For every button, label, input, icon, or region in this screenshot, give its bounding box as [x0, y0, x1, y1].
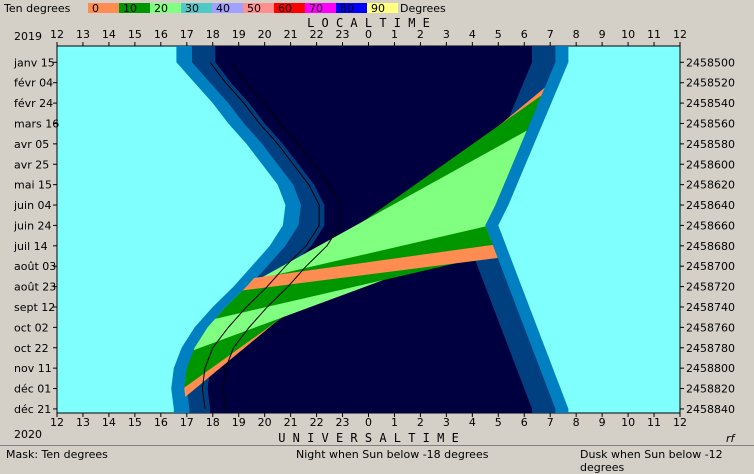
y-label-right: 2458840 [686, 403, 735, 416]
y-label-right: 2458560 [686, 117, 735, 130]
x-tick-label-top: 11 [647, 28, 661, 41]
y-label-left: juin 04 [13, 199, 52, 212]
y-label-right: 2458800 [686, 362, 735, 375]
y-label-left: août 03 [14, 260, 56, 273]
y-label-left: mai 15 [14, 179, 52, 192]
x-tick-label-top: 21 [284, 28, 298, 41]
x-tick-label-bottom: 21 [284, 416, 298, 429]
y-label-right: 2458540 [686, 97, 735, 110]
y-label-right: 2458500 [686, 56, 735, 69]
x-tick-label-top: 20 [258, 28, 272, 41]
x-tick-label-bottom: 22 [310, 416, 324, 429]
y-label-right: 2458820 [686, 383, 735, 396]
x-tick-label-bottom: 12 [50, 416, 64, 429]
x-tick-label-bottom: 11 [647, 416, 661, 429]
x-tick-label-top: 13 [76, 28, 90, 41]
y-label-right: 2458700 [686, 260, 735, 273]
y-label-left: sept 12 [14, 301, 55, 314]
x-tick-label-top: 12 [50, 28, 64, 41]
local-time-title: L O C A L T I M E [307, 16, 430, 30]
x-tick-label-top: 19 [232, 28, 246, 41]
x-tick-label-bottom: 20 [258, 416, 272, 429]
night-chart: 12 13 14 15 16 17 18 19 20 21 22 23 0 1 2 3 4 5 6 7 8 9 10 11 12… [13, 16, 735, 445]
y-label-left: juil 14 [13, 240, 48, 253]
y-label-right: 2458620 [686, 179, 735, 192]
x-tick-label-top: 7 [547, 28, 554, 41]
x-tick-label-bottom: 23 [336, 416, 350, 429]
y-label-left: déc 21 [14, 403, 51, 416]
y-label-right: 2458660 [686, 219, 735, 232]
y-label-left: mars 16 [14, 117, 59, 130]
x-tick-label-bottom: 2 [417, 416, 424, 429]
y-label-left: avr 25 [14, 158, 49, 171]
y-label-right: 2458580 [686, 138, 735, 151]
y-label-left: août 23 [14, 281, 56, 294]
y-label-right: 2458780 [686, 342, 735, 355]
x-tick-label-bottom: 17 [180, 416, 194, 429]
x-tick-label-bottom: 0 [365, 416, 372, 429]
status-dusk: Dusk when Sun below -12 degrees [580, 448, 723, 474]
x-tick-label-top: 4 [469, 28, 476, 41]
x-tick-label-top: 8 [573, 28, 580, 41]
x-tick-label-top: 14 [102, 28, 116, 41]
x-tick-label-bottom: 8 [573, 416, 580, 429]
x-tick-label-top: 17 [180, 28, 194, 41]
x-tick-label-top: 12 [673, 28, 687, 41]
x-tick-label-bottom: 3 [443, 416, 450, 429]
y-label-right: 2458760 [686, 321, 735, 334]
x-tick-label-bottom: 16 [154, 416, 168, 429]
y-label-right: 2458600 [686, 158, 735, 171]
x-tick-label-top: 10 [621, 28, 635, 41]
y-label-left: déc 01 [14, 383, 51, 396]
x-tick-label-top: 15 [128, 28, 142, 41]
x-tick-label-bottom: 4 [469, 416, 476, 429]
x-tick-label-top: 9 [599, 28, 606, 41]
x-tick-label-bottom: 10 [621, 416, 635, 429]
y-label-right: 2458520 [686, 77, 735, 90]
y-label-right: 2458740 [686, 301, 735, 314]
x-tick-label-bottom: 6 [521, 416, 528, 429]
x-tick-label-bottom: 14 [102, 416, 116, 429]
y-label-left: juin 24 [13, 219, 52, 232]
status-bar: Mask: Ten degrees Night when Sun below -… [0, 445, 754, 474]
status-night: Night when Sun below -18 degrees [296, 448, 489, 461]
y-label-left: févr 04 [14, 77, 53, 90]
y-label-left: févr 24 [14, 97, 53, 110]
x-tick-label-top: 18 [206, 28, 220, 41]
x-tick-label-top: 16 [154, 28, 168, 41]
y-label-left: nov 11 [14, 362, 52, 375]
x-tick-label-bottom: 5 [495, 416, 502, 429]
x-tick-label-bottom: 12 [673, 416, 687, 429]
x-tick-label-bottom: 7 [547, 416, 554, 429]
y-label-left: oct 22 [14, 342, 49, 355]
x-tick-label-bottom: 18 [206, 416, 220, 429]
y-label-left: janv 15 [13, 56, 55, 69]
y-label-left: avr 05 [14, 138, 49, 151]
x-tick-label-top: 5 [495, 28, 502, 41]
y-label-right: 2458720 [686, 281, 735, 294]
status-mask: Mask: Ten degrees [6, 448, 108, 461]
x-tick-label-bottom: 19 [232, 416, 246, 429]
y-label-right: 2458640 [686, 199, 735, 212]
y-label-right: 2458680 [686, 240, 735, 253]
x-tick-label-bottom: 1 [391, 416, 398, 429]
y-label-left: oct 02 [14, 321, 49, 334]
universal-time-title: U N I V E R S A L T I M E [278, 431, 459, 445]
x-tick-label-top: 3 [443, 28, 450, 41]
x-tick-label-bottom: 15 [128, 416, 142, 429]
x-tick-label-top: 6 [521, 28, 528, 41]
x-tick-label-bottom: 9 [599, 416, 606, 429]
x-tick-label-bottom: 13 [76, 416, 90, 429]
